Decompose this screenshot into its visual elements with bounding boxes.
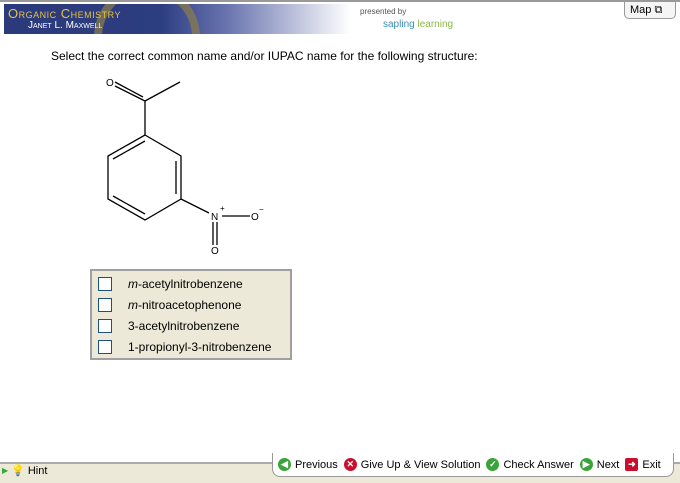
atom-n: N [211, 212, 218, 223]
charge-minus: − [259, 205, 264, 214]
checkbox[interactable] [98, 319, 112, 333]
check-answer-button[interactable]: ✓ Check Answer [486, 458, 574, 471]
choice-2[interactable]: m -nitroacetophenone [98, 297, 241, 313]
x-icon: ✕ [343, 458, 357, 471]
atom-o-carbonyl: O [106, 78, 114, 89]
choice-4[interactable]: 1-propionyl-3-nitrobenzene [98, 339, 271, 355]
check-icon: ✓ [486, 458, 500, 471]
previous-button[interactable]: ◀ Previous [278, 458, 338, 471]
charge-plus: + [220, 204, 225, 213]
hint-button[interactable]: ▶ 💡 Hint [2, 464, 47, 478]
checkbox[interactable] [98, 277, 112, 291]
answer-choices: m -acetylnitrobenzene m -nitroacetophenone… [90, 269, 292, 360]
give-up-button[interactable]: ✕ Give Up & View Solution [343, 458, 480, 471]
next-button[interactable]: ▶ Next [579, 458, 619, 471]
checkbox[interactable] [98, 340, 112, 354]
arrow-right-icon: ▶ [579, 458, 593, 471]
exit-icon: ➜ [625, 458, 639, 471]
nav-bar: ◀ Previous ✕ Give Up & View Solution ✓ Chec… [272, 453, 674, 477]
atom-o-minus: O [251, 212, 259, 223]
checkbox[interactable] [98, 298, 112, 312]
atom-o-double: O [211, 246, 219, 257]
exit-button[interactable]: ➜ Exit [625, 458, 661, 471]
arrow-left-icon: ◀ [278, 458, 291, 471]
choice-1[interactable]: m -acetylnitrobenzene [98, 276, 243, 292]
choice-3[interactable]: 3-acetylnitrobenzene [98, 318, 239, 334]
lightbulb-icon: 💡 [11, 465, 25, 477]
molecule-structure: O N + O − O [106, 78, 264, 257]
